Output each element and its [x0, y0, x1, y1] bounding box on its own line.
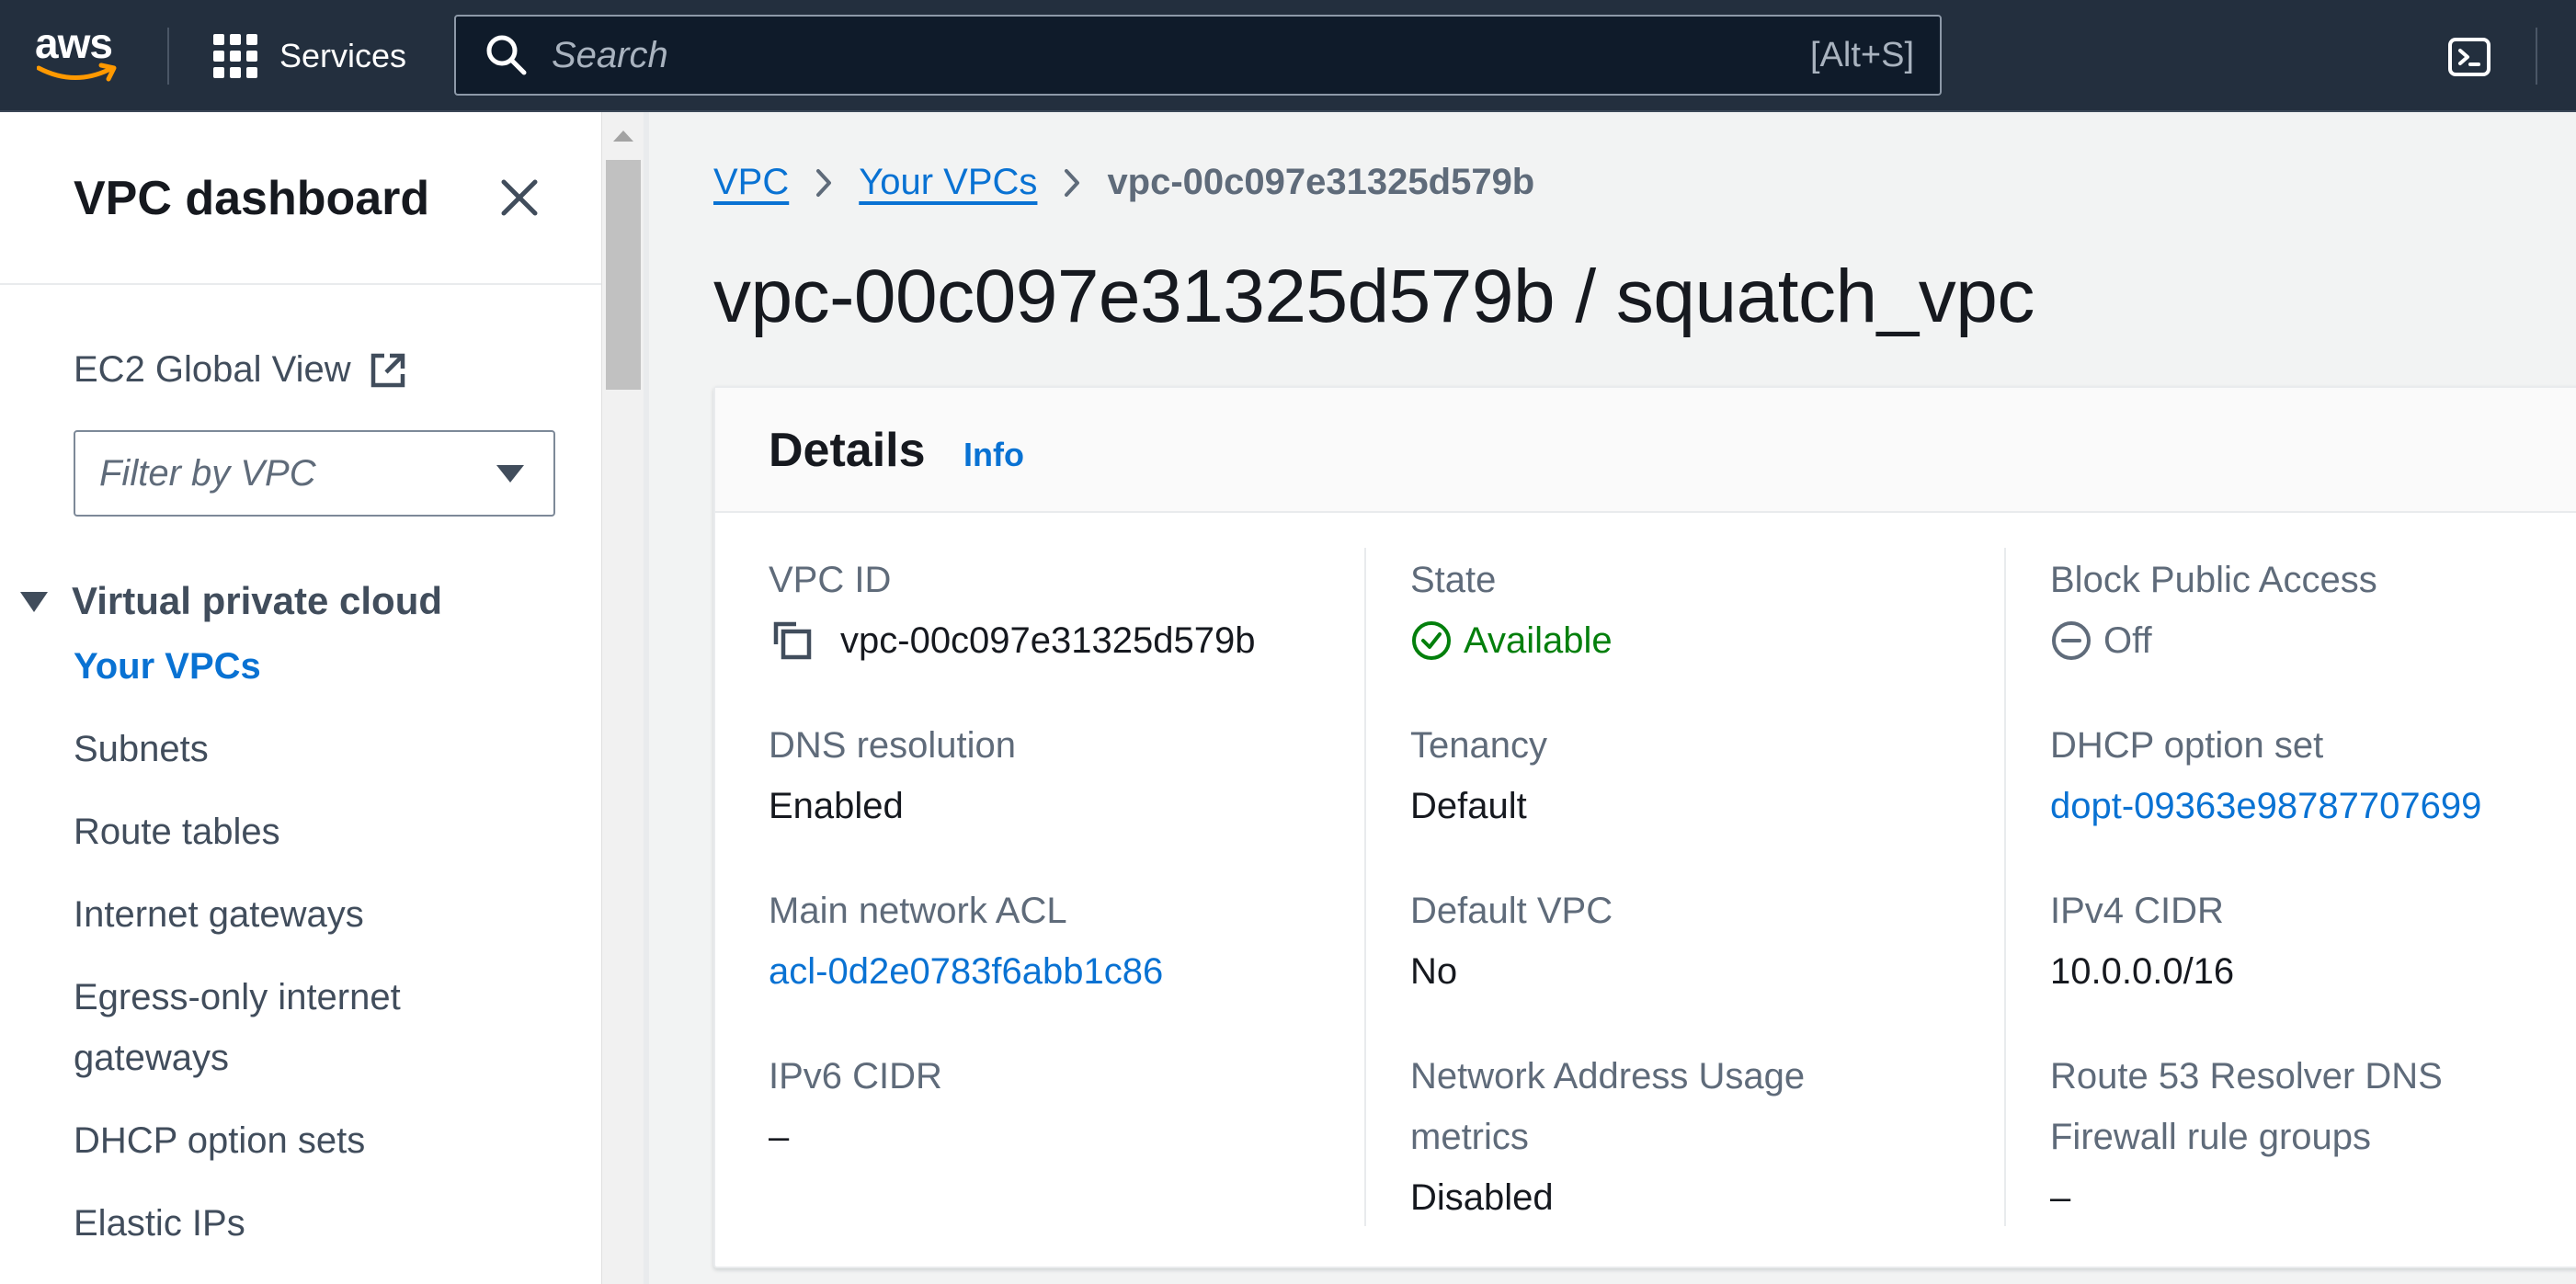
section-title: Virtual private cloud	[72, 579, 442, 622]
field-state: State Available	[1410, 550, 1613, 671]
breadcrumb-vpc-link[interactable]: VPC	[713, 162, 789, 203]
top-navigation: aws Services [Alt+S]	[0, 0, 2576, 112]
close-icon[interactable]	[496, 175, 542, 221]
aws-logo-text: aws	[35, 19, 113, 67]
state-value: Available	[1464, 620, 1613, 661]
field-main-network-acl: Main network ACL acl-0d2e0783f6abb1c86	[769, 881, 1163, 1002]
chevron-right-icon	[1065, 168, 1080, 197]
details-panel: Details Info VPC ID vpc-00c097e31325d579…	[713, 386, 2576, 1268]
column-divider	[1364, 548, 1366, 1226]
field-value: No	[1410, 951, 1458, 992]
ec2-global-view-link[interactable]: EC2 Global View	[74, 349, 408, 391]
chevron-right-icon	[816, 168, 832, 197]
field-label: Default VPC	[1410, 891, 1613, 931]
search-shortcut-hint: [Alt+S]	[1810, 35, 1914, 74]
caret-down-icon	[496, 465, 524, 483]
services-label: Services	[279, 37, 407, 74]
dhcp-option-set-link[interactable]: dopt-09363e98787707699	[2050, 776, 2481, 836]
sidebar-item-internet-gateways[interactable]: Internet gateways	[74, 884, 515, 945]
block-public-access-value: Off	[2103, 620, 2152, 661]
field-value: Disabled	[1410, 1177, 1554, 1218]
nav-divider	[167, 28, 169, 85]
field-ipv4-cidr: IPv4 CIDR 10.0.0.0/16	[2050, 881, 2234, 1002]
side-navigation-title[interactable]: VPC dashboard	[74, 171, 429, 226]
sidebar-item-route-tables[interactable]: Route tables	[74, 801, 515, 862]
block-public-access-status: Off	[2050, 610, 2377, 671]
details-panel-header: Details Info	[715, 388, 2576, 513]
minus-circle-icon	[2052, 621, 2091, 660]
caret-down-icon	[20, 592, 48, 612]
search-icon	[486, 35, 527, 75]
scrollbar-thumb[interactable]	[606, 160, 641, 390]
breadcrumb: VPC Your VPCs vpc-00c097e31325d579b	[713, 162, 1534, 203]
field-label: IPv6 CIDR	[769, 1056, 942, 1097]
cloudshell-icon[interactable]	[2447, 35, 2491, 79]
sidebar-item-subnets[interactable]: Subnets	[74, 719, 515, 779]
sidebar-item-your-vpcs[interactable]: Your VPCs	[74, 636, 515, 697]
field-value: Default	[1410, 786, 1527, 826]
sidebar-item-dhcp-option-sets[interactable]: DHCP option sets	[74, 1110, 515, 1171]
check-circle-icon	[1412, 621, 1451, 660]
state-status: Available	[1410, 610, 1613, 671]
field-label: VPC ID	[769, 560, 892, 600]
filter-by-vpc-placeholder: Filter by VPC	[99, 452, 316, 494]
field-value: –	[2050, 1177, 2071, 1218]
external-link-icon	[370, 353, 405, 387]
column-divider	[2004, 548, 2006, 1226]
nav-divider	[2536, 28, 2537, 85]
field-block-public-access: Block Public Access Off	[2050, 550, 2377, 671]
filter-by-vpc-select[interactable]: Filter by VPC	[74, 430, 555, 517]
side-navigation: VPC dashboard EC2 Global View Filter by …	[0, 112, 601, 1284]
grid-icon	[213, 34, 257, 78]
virtual-private-cloud-section-toggle[interactable]: Virtual private cloud	[18, 579, 442, 623]
field-network-address-usage-metrics: Network Address Usage metrics Disabled	[1410, 1046, 1925, 1228]
services-menu-button[interactable]: Services	[213, 31, 406, 81]
field-label: Tenancy	[1410, 725, 1547, 766]
field-value: Enabled	[769, 786, 904, 826]
field-label: DNS resolution	[769, 725, 1017, 766]
sidenav-scrollbar[interactable]	[601, 112, 644, 1284]
content-divider	[644, 112, 649, 1284]
info-link[interactable]: Info	[963, 436, 1024, 474]
copy-icon[interactable]	[769, 617, 816, 665]
field-label: Block Public Access	[2050, 560, 2377, 600]
field-label: Route 53 Resolver DNS Firewall rule grou…	[2050, 1056, 2443, 1157]
field-label: IPv4 CIDR	[2050, 891, 2224, 931]
field-route53-resolver-dns-firewall: Route 53 Resolver DNS Firewall rule grou…	[2050, 1046, 2510, 1228]
field-value: –	[769, 1117, 790, 1157]
field-label: Network Address Usage metrics	[1410, 1056, 1806, 1157]
field-label: Main network ACL	[769, 891, 1067, 931]
aws-smile-icon	[37, 62, 117, 82]
scroll-up-arrow-icon[interactable]	[613, 131, 633, 142]
field-vpc-id: VPC ID vpc-00c097e31325d579b	[769, 550, 1256, 671]
search-bar[interactable]: [Alt+S]	[454, 15, 1942, 96]
field-tenancy: Tenancy Default	[1410, 715, 1547, 836]
field-ipv6-cidr: IPv6 CIDR –	[769, 1046, 942, 1167]
page-title: vpc-00c097e31325d579b / squatch_vpc	[713, 255, 2035, 338]
breadcrumb-current: vpc-00c097e31325d579b	[1107, 162, 1535, 202]
vpc-id-copy-group: vpc-00c097e31325d579b	[769, 610, 1256, 671]
main-network-acl-link[interactable]: acl-0d2e0783f6abb1c86	[769, 941, 1163, 1002]
sidebar-item-elastic-ips[interactable]: Elastic IPs	[74, 1193, 515, 1254]
search-input[interactable]	[550, 33, 1810, 77]
sidebar-item-egress-only-internet-gateways[interactable]: Egress-only internet gateways	[74, 967, 478, 1088]
field-default-vpc: Default VPC No	[1410, 881, 1613, 1002]
details-title: Details	[769, 424, 926, 477]
field-dhcp-option-set: DHCP option set dopt-09363e98787707699	[2050, 715, 2481, 836]
ec2-global-view-label: EC2 Global View	[74, 349, 351, 390]
side-navigation-header: VPC dashboard	[0, 112, 601, 285]
field-label: DHCP option set	[2050, 725, 2324, 766]
breadcrumb-your-vpcs-link[interactable]: Your VPCs	[859, 162, 1037, 203]
aws-logo[interactable]: aws	[35, 20, 123, 85]
field-value: 10.0.0.0/16	[2050, 951, 2235, 992]
field-dns-resolution: DNS resolution Enabled	[769, 715, 1016, 836]
field-label: State	[1410, 560, 1497, 600]
vpc-id-value: vpc-00c097e31325d579b	[840, 620, 1256, 661]
